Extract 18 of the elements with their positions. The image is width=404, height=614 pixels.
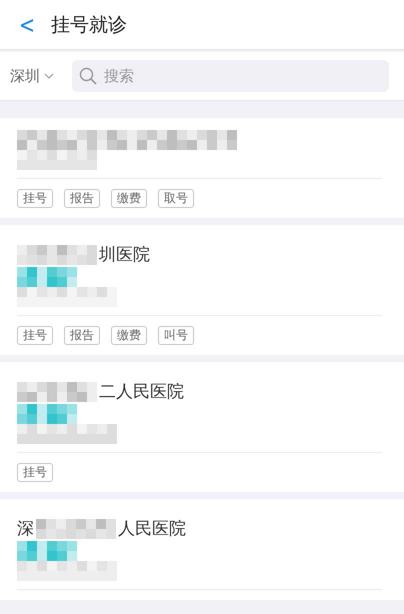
city-selector[interactable]: 深圳 (10, 66, 70, 86)
hospital-name: 圳医院 (99, 244, 150, 266)
hospital-name: 二人民医院 (99, 381, 184, 403)
service-tag[interactable]: 挂号 (17, 189, 53, 208)
service-tag[interactable]: 挂号 (17, 326, 53, 345)
service-tag[interactable]: 挂号 (17, 463, 53, 482)
service-tag[interactable]: 缴费 (111, 189, 147, 208)
hospital-name: 深 (17, 518, 34, 540)
service-tag[interactable]: 报告 (64, 189, 100, 208)
search-field[interactable]: 搜索 (72, 60, 389, 92)
service-tag[interactable]: 取号 (158, 189, 194, 208)
hospital-name: 人民医院 (118, 518, 186, 540)
service-tag[interactable]: 叫号 (158, 326, 194, 345)
service-tag[interactable]: 缴费 (111, 326, 147, 345)
chevron-down-icon (44, 73, 54, 79)
service-tag[interactable]: 报告 (64, 326, 100, 345)
page-title: 挂号就诊 (51, 12, 128, 38)
back-icon[interactable]: < (19, 12, 36, 36)
